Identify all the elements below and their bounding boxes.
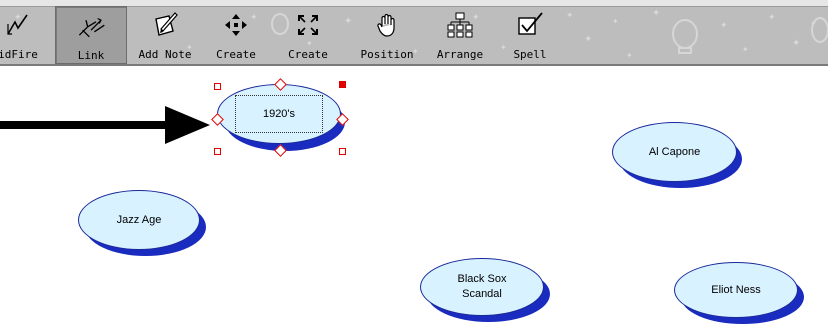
tool-label: Spell xyxy=(513,48,547,61)
hand-icon xyxy=(372,10,402,40)
svg-text:✦: ✦ xyxy=(566,11,574,21)
tool-label: Link xyxy=(77,49,105,62)
tool-label: idFire xyxy=(0,48,38,61)
tool-label: Create xyxy=(288,48,328,61)
tool-add-note[interactable]: Add Note xyxy=(132,6,198,64)
selection-handle-bottom-left[interactable] xyxy=(214,148,221,155)
node-shape: 1920's xyxy=(217,84,341,144)
selection-handle-bottom-right[interactable] xyxy=(339,148,346,155)
tool-rapidfire[interactable]: idFire xyxy=(0,6,38,64)
link-icon xyxy=(76,11,106,41)
svg-text:✦: ✦ xyxy=(742,45,749,54)
svg-text:✦: ✦ xyxy=(792,38,800,49)
diagram-node-eliot-ness[interactable]: Eliot Ness xyxy=(674,262,804,324)
tool-arrange[interactable]: Arrange xyxy=(430,6,490,64)
tool-label: Arrange xyxy=(436,48,484,61)
diagram-node-al-capone[interactable]: Al Capone xyxy=(612,122,742,188)
diagram-node-black-sox-scandal[interactable]: Black Sox Scandal xyxy=(420,258,550,322)
add-note-icon xyxy=(150,10,180,40)
tool-position[interactable]: Position xyxy=(356,6,418,64)
svg-text:✦: ✦ xyxy=(500,43,507,52)
svg-text:✦: ✦ xyxy=(652,8,660,19)
rapidfire-icon xyxy=(3,10,33,40)
toolbar: ✦ ✦ ✦ ✦ ✦ ✦ ✦ ✦ ✦ ✦ ✦ ✦ ✦ ✦ ✦ ✦ ✦ ✦ ✦ ✦ xyxy=(0,0,828,66)
svg-text:✦: ✦ xyxy=(720,21,728,31)
tool-label: Add Note xyxy=(138,48,192,61)
pointer-arrow xyxy=(0,106,210,144)
spell-check-icon xyxy=(515,10,545,40)
svg-text:✦: ✦ xyxy=(626,51,633,60)
svg-text:✦: ✦ xyxy=(584,34,592,45)
tool-label: Position xyxy=(360,48,414,61)
diagram-node-jazz-age[interactable]: Jazz Age xyxy=(78,190,206,256)
node-label: Jazz Age xyxy=(116,213,162,226)
svg-text:✦: ✦ xyxy=(768,13,776,23)
node-label: Eliot Ness xyxy=(711,283,761,296)
diagram-canvas[interactable]: 1920's Al Capone Jazz Age Black Sox Scan… xyxy=(0,66,828,324)
selection-handle-top-right[interactable] xyxy=(339,81,346,88)
selection-handle-top-left[interactable] xyxy=(214,83,221,90)
node-shape: Eliot Ness xyxy=(674,262,798,318)
move-arrows-icon xyxy=(221,10,251,40)
tool-create-expand[interactable]: Create xyxy=(282,6,334,64)
hierarchy-icon xyxy=(445,10,475,40)
node-shape: Al Capone xyxy=(612,122,737,182)
node-label: Al Capone xyxy=(648,145,701,158)
expand-arrows-icon xyxy=(293,10,323,40)
svg-text:✦: ✦ xyxy=(612,17,619,26)
node-label: 1920's xyxy=(262,107,296,120)
node-shape: Jazz Age xyxy=(78,190,200,250)
diagram-node-1920s[interactable]: 1920's xyxy=(217,84,345,154)
tool-create-move[interactable]: Create xyxy=(210,6,262,64)
tool-spell[interactable]: Spell xyxy=(508,6,552,64)
node-edit-box[interactable]: 1920's xyxy=(235,95,323,133)
tool-label: Create xyxy=(216,48,256,61)
svg-text:✦: ✦ xyxy=(344,16,352,27)
node-label: Black Sox Scandal xyxy=(457,273,507,300)
tool-link[interactable]: Link xyxy=(55,6,127,64)
node-shape: Black Sox Scandal xyxy=(420,258,544,316)
